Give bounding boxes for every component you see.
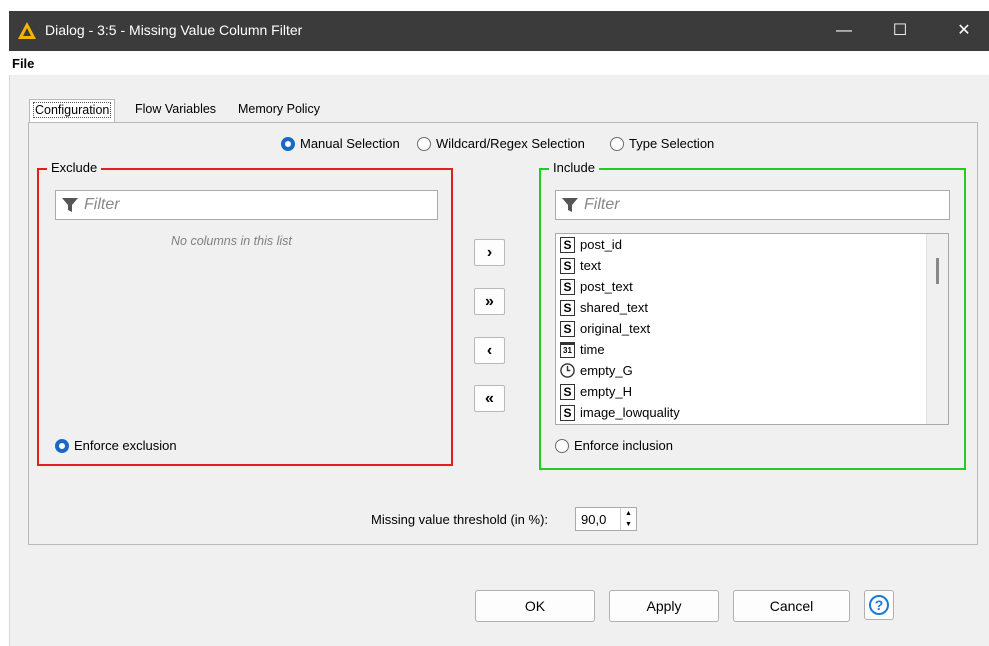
spinner-up-icon[interactable]: ▲ [621, 508, 636, 519]
threshold-label: Missing value threshold (in %): [371, 512, 549, 527]
list-item[interactable]: Sempty_H [556, 381, 948, 402]
column-name: post_text [580, 279, 633, 294]
threshold-spinner[interactable]: 90,0 ▲ ▼ [575, 507, 637, 531]
ok-button[interactable]: OK [475, 590, 595, 622]
minimize-icon: — [836, 22, 852, 39]
filter-icon [562, 198, 578, 212]
include-group: Include Filter Spost_id Stext Spost_text Ss… [539, 160, 966, 470]
list-item[interactable]: Sshared_text [556, 297, 948, 318]
string-type-icon: S [560, 278, 575, 295]
maximize-button[interactable]: ☐ [877, 11, 923, 51]
exclude-legend: Exclude [47, 160, 102, 175]
spinner-arrows: ▲ ▼ [620, 508, 636, 530]
string-type-icon: S [560, 383, 575, 400]
menu-file[interactable]: File [12, 56, 34, 71]
exclude-group: Exclude Filter No columns in this list E… [37, 160, 453, 466]
spinner-down-icon[interactable]: ▼ [621, 519, 636, 530]
clock-type-icon [560, 363, 575, 378]
exclude-filter-input[interactable]: Filter [55, 190, 438, 220]
calendar-type-icon: 31 [560, 341, 575, 358]
window-title: Dialog - 3:5 - Missing Value Column Filt… [45, 22, 303, 38]
cancel-button[interactable]: Cancel [733, 590, 850, 622]
include-filter-input[interactable]: Filter [555, 190, 950, 220]
column-name: original_text [580, 321, 651, 336]
include-legend: Include [549, 160, 599, 175]
string-type-icon: S [560, 404, 575, 421]
string-type-icon: S [560, 236, 575, 253]
list-item[interactable]: Spost_id [556, 234, 948, 255]
tab-memory-policy[interactable]: Memory Policy [234, 99, 324, 121]
string-type-icon: S [560, 299, 575, 316]
exclude-empty-message: No columns in this list [171, 234, 292, 248]
list-item[interactable]: Simage_lowquality [556, 402, 948, 423]
scrollbar-thumb[interactable] [936, 258, 939, 284]
threshold-value: 90,0 [581, 512, 607, 527]
help-icon: ? [869, 595, 889, 615]
radio-type-selection[interactable]: Type Selection [610, 136, 714, 151]
column-name: empty_H [580, 384, 633, 399]
list-item[interactable]: 31 time [556, 339, 948, 360]
radio-dot [555, 438, 569, 453]
radio-dot [610, 136, 624, 151]
column-name: empty_G [580, 363, 633, 378]
include-rows: Spost_id Stext Spost_text Sshared_text Sorig… [556, 234, 948, 423]
list-item[interactable]: Spost_text [556, 276, 948, 297]
remove-button[interactable]: ‹ [474, 337, 505, 364]
help-button[interactable]: ? [864, 590, 894, 620]
list-item[interactable]: empty_G [556, 360, 948, 381]
radio-wildcard-selection[interactable]: Wildcard/Regex Selection [417, 136, 585, 151]
dialog-body: Configuration Flow Variables Memory Poli… [9, 75, 989, 646]
close-icon: ✕ [957, 22, 971, 39]
knime-logo-icon [18, 22, 36, 39]
radio-dot [55, 438, 69, 453]
tab-configuration[interactable]: Configuration [29, 99, 116, 122]
configuration-panel: Manual Selection Wildcard/Regex Selectio… [28, 122, 978, 545]
tab-flow-variables[interactable]: Flow Variables [131, 99, 221, 121]
radio-dot [417, 136, 431, 151]
radio-enforce-exclusion[interactable]: Enforce exclusion [55, 438, 177, 453]
include-scrollbar[interactable] [926, 234, 948, 424]
radio-enforce-inclusion[interactable]: Enforce inclusion [555, 438, 673, 453]
radio-manual-selection[interactable]: Manual Selection [281, 136, 400, 151]
filter-icon [62, 198, 78, 212]
list-item[interactable]: Soriginal_text [556, 318, 948, 339]
string-type-icon: S [560, 257, 575, 274]
remove-all-button[interactable]: « [474, 385, 505, 412]
column-name: time [580, 342, 605, 357]
title-bar: Dialog - 3:5 - Missing Value Column Filt… [9, 11, 989, 51]
minimize-button[interactable]: — [821, 11, 867, 51]
column-name: image_lowquality [580, 405, 680, 420]
apply-button[interactable]: Apply [609, 590, 719, 622]
list-item[interactable]: Stext [556, 255, 948, 276]
column-name: shared_text [580, 300, 648, 315]
string-type-icon: S [560, 320, 575, 337]
maximize-icon: ☐ [892, 22, 908, 39]
add-all-button[interactable]: » [474, 288, 505, 315]
include-column-list[interactable]: Spost_id Stext Spost_text Sshared_text Sorig… [555, 233, 949, 425]
radio-dot [281, 136, 295, 151]
menu-bar: File [9, 51, 989, 75]
column-name: post_id [580, 237, 622, 252]
close-button[interactable]: ✕ [941, 11, 987, 51]
add-button[interactable]: › [474, 239, 505, 266]
column-name: text [580, 258, 601, 273]
